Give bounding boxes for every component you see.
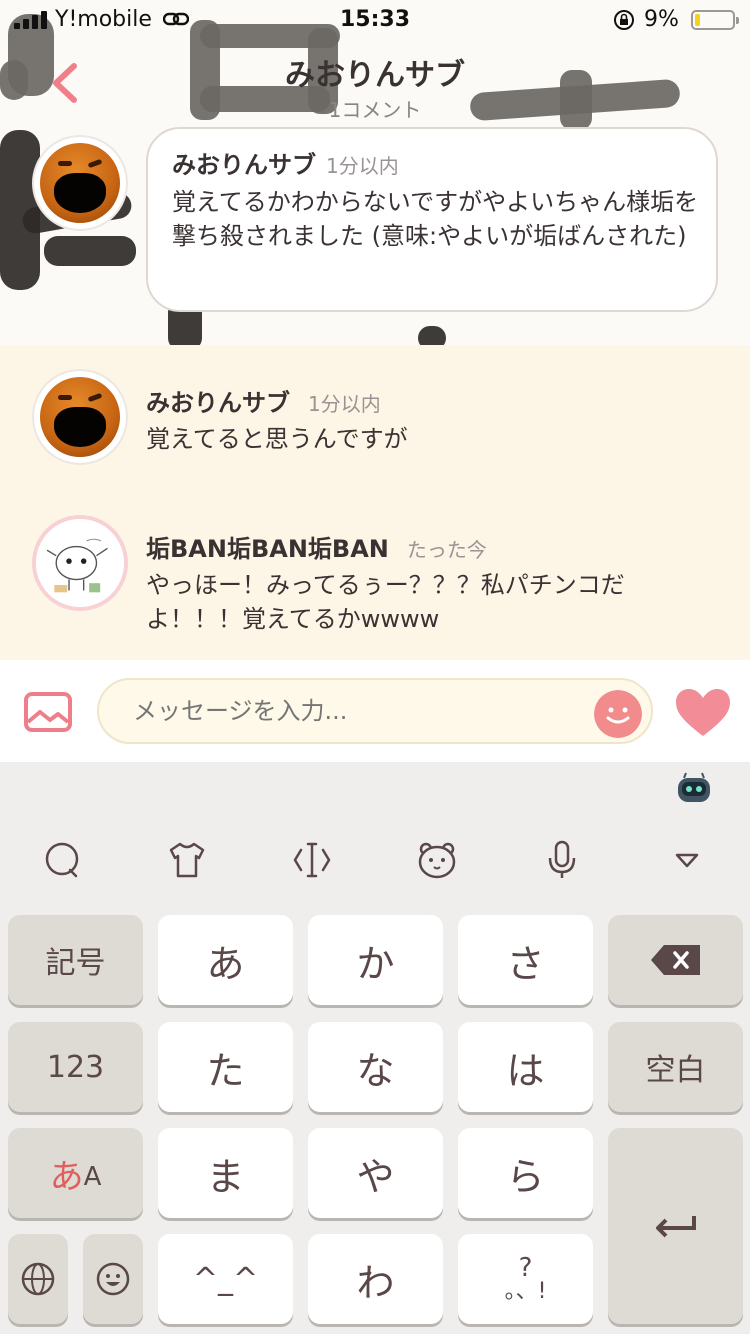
comment-item: みおりんサブ 1分以内 覚えてると思うんですが	[0, 345, 750, 505]
key-label: は	[506, 1048, 545, 1093]
key-label: あ	[206, 941, 245, 986]
comment-item: 垢BAN垢BAN垢BAN たった今 やっほー！みってるぅー？？？私パチンコだよ！！…	[0, 505, 750, 660]
comment-text: 覚えてると思うんですが	[146, 425, 408, 453]
post-author: みおりんサブ	[172, 151, 316, 179]
sticker-button[interactable]	[594, 690, 642, 738]
key-label: 空白	[645, 1053, 706, 1088]
comment-text: やっほー！みってるぅー？？？私パチンコだよ！！！覚えてるかwwww	[146, 571, 625, 633]
smiley-icon	[96, 1262, 130, 1296]
search-icon[interactable]	[42, 840, 82, 880]
image-picker-icon[interactable]	[24, 692, 72, 732]
key-ta[interactable]: た	[158, 1022, 293, 1112]
status-bar: Y!mobile 15:33 9%	[0, 0, 750, 40]
key-label: 123	[46, 1049, 105, 1085]
key-label-small: A	[83, 1162, 102, 1192]
key-wa[interactable]: わ	[308, 1234, 443, 1324]
page-title: みおりんサブ	[285, 58, 465, 93]
key-label: 記号	[45, 946, 106, 981]
key-a[interactable]: あ	[158, 915, 293, 1005]
comment-avatar[interactable]	[32, 369, 128, 465]
backspace-icon	[650, 945, 700, 975]
robot-icon[interactable]	[676, 772, 712, 804]
post-bubble: みおりんサブ 1分以内 覚えてるかわからないですがやよいちゃん様垢を撃ち殺されまし…	[146, 127, 718, 312]
key-sa[interactable]: さ	[458, 915, 593, 1005]
key-label: か	[356, 941, 395, 986]
key-label: た	[206, 1048, 245, 1093]
key-label: ら	[506, 1154, 545, 1199]
key-punctuation[interactable]: ? 。、!	[458, 1234, 593, 1324]
key-na[interactable]: な	[308, 1022, 443, 1112]
key-backspace[interactable]	[608, 915, 743, 1005]
theme-shirt-icon[interactable]	[167, 840, 207, 880]
key-ha[interactable]: は	[458, 1022, 593, 1112]
key-label: さ	[506, 941, 545, 986]
key-emoji[interactable]	[83, 1234, 143, 1324]
clock: 15:33	[339, 7, 411, 32]
battery-percent: 9%	[644, 7, 679, 32]
key-ya[interactable]: や	[308, 1128, 443, 1218]
key-space[interactable]: 空白	[608, 1022, 743, 1112]
battery-icon	[691, 10, 739, 30]
key-input-mode[interactable]: あA	[8, 1128, 143, 1218]
key-label: ま	[206, 1154, 245, 1199]
like-heart-icon[interactable]	[674, 688, 732, 738]
key-globe[interactable]	[8, 1234, 68, 1324]
keyboard-toolbar	[0, 762, 750, 907]
comment-time: たった今	[406, 538, 487, 562]
collapse-keyboard-icon[interactable]	[667, 840, 707, 880]
message-input[interactable]	[97, 678, 653, 744]
key-label: ?	[518, 1253, 533, 1283]
post-text: 覚えてるかわからないですがやよいちゃん様垢を撃ち殺されました (意味:やよいが垢…	[172, 188, 699, 250]
comment-avatar[interactable]	[32, 515, 128, 611]
key-label: あ	[49, 1156, 84, 1197]
key-label: わ	[356, 1260, 395, 1305]
drawing-avatar-icon	[36, 519, 124, 607]
comment-list: みおりんサブ 1分以内 覚えてると思うんですが 垢BAN垢BAN垢BAN たった今	[0, 345, 750, 660]
enter-icon	[655, 1216, 696, 1238]
key-label: な	[356, 1048, 395, 1093]
bear-face-icon[interactable]	[417, 840, 457, 880]
key-enter[interactable]	[608, 1128, 743, 1324]
post-author-avatar[interactable]	[32, 135, 128, 231]
key-ma[interactable]: ま	[158, 1128, 293, 1218]
keyboard: 記号 あ か さ 123 た な は 空白 あA ま や ら ^_^ わ ? 。…	[0, 762, 750, 1334]
key-face[interactable]: ^_^	[158, 1234, 293, 1324]
globe-icon	[21, 1262, 55, 1296]
cursor-move-icon[interactable]	[292, 840, 332, 880]
rotation-lock-icon	[614, 10, 634, 30]
key-label: ^_^	[192, 1261, 259, 1297]
key-kigou[interactable]: 記号	[8, 915, 143, 1005]
key-ka[interactable]: か	[308, 915, 443, 1005]
key-123[interactable]: 123	[8, 1022, 143, 1112]
key-label: や	[356, 1154, 395, 1199]
comment-time: 1分以内	[308, 392, 381, 416]
microphone-icon[interactable]	[542, 840, 582, 880]
comment-author: みおりんサブ	[146, 389, 290, 417]
comment-count: 1コメント	[328, 98, 422, 122]
comment-author: 垢BAN垢BAN垢BAN	[146, 535, 389, 563]
key-ra[interactable]: ら	[458, 1128, 593, 1218]
post-time: 1分以内	[326, 154, 399, 178]
key-label-small: 。、!	[504, 1279, 547, 1304]
